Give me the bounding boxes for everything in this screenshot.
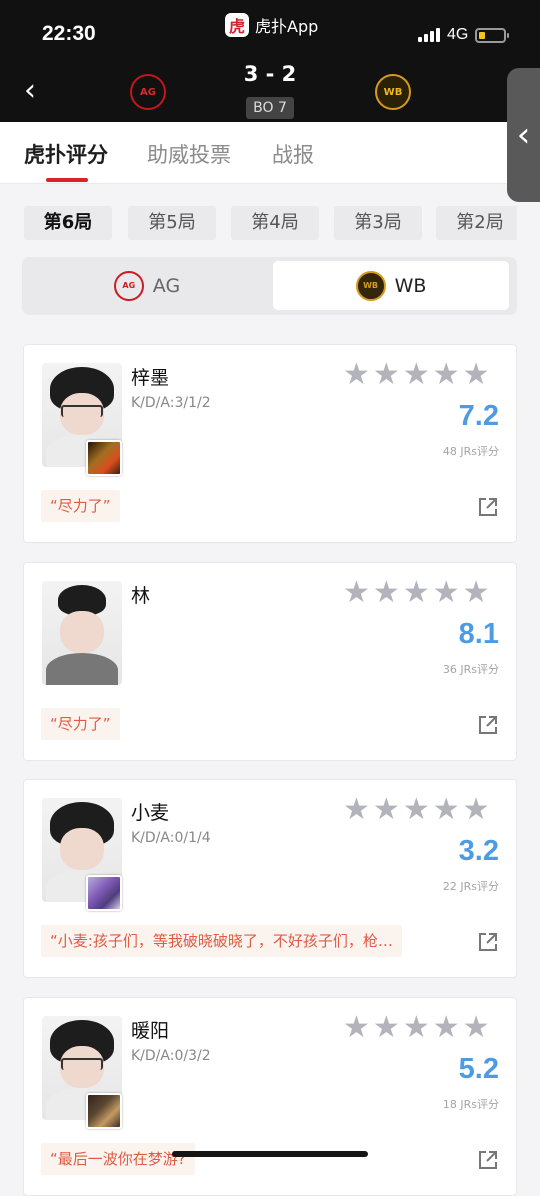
active-tab-indicator xyxy=(46,178,88,182)
player-card[interactable]: 小麦 K/D/A:0/1/4 ★ ★ ★ ★ ★ 3.2 22 JRs评分 “小麦:孩子… xyxy=(23,779,517,978)
tab-rating[interactable]: 虎扑评分 xyxy=(24,139,108,169)
player-score: 5.2 xyxy=(458,1053,499,1085)
player-score: 3.2 xyxy=(458,835,499,867)
home-indicator[interactable] xyxy=(172,1151,368,1157)
rater-count: 18 JRs评分 xyxy=(442,1098,499,1111)
rating-stars[interactable]: ★ ★ ★ ★ ★ xyxy=(343,578,490,608)
rater-count: 36 JRs评分 xyxy=(442,663,499,676)
match-format: BO 7 xyxy=(246,97,294,119)
team-label-wb: WB xyxy=(394,274,427,297)
share-icon[interactable] xyxy=(478,932,498,952)
battery-icon xyxy=(475,27,510,43)
top-comment[interactable]: “最后一波你在梦游? xyxy=(41,1143,195,1175)
player-avatar xyxy=(42,581,122,685)
team-label-ag: AG xyxy=(152,274,181,297)
player-card[interactable]: 林 ★ ★ ★ ★ ★ 8.1 36 JRs评分 “尽力了” xyxy=(23,562,517,761)
game-tab-4[interactable]: 第4局 xyxy=(231,206,319,240)
match-score: 3 - 2 xyxy=(243,62,297,86)
app-pill[interactable]: 虎 虎扑App xyxy=(225,13,318,37)
player-score: 7.2 xyxy=(458,400,499,432)
star-icon: ★ xyxy=(372,357,400,392)
team-switch: AG AG WB WB xyxy=(22,257,517,315)
player-card[interactable]: 暖阳 K/D/A:0/3/2 ★ ★ ★ ★ ★ 5.2 18 JRs评分 “最后一波你… xyxy=(23,997,517,1196)
player-name: 梓墨 xyxy=(131,367,170,389)
rater-count: 22 JRs评分 xyxy=(442,880,499,893)
top-comment[interactable]: “尽力了” xyxy=(41,708,120,740)
back-arrow-icon: ‹ xyxy=(24,73,36,108)
game-tab-5[interactable]: 第5局 xyxy=(128,206,216,240)
game-tab-6[interactable]: 第6局 xyxy=(24,206,112,240)
player-card[interactable]: 梓墨 K/D/A:3/1/2 ★ ★ ★ ★ ★ 7.2 48 JRs评分 “尽力了” xyxy=(23,344,517,543)
battery-level xyxy=(479,31,486,39)
tab-vote[interactable]: 助威投票 xyxy=(147,139,231,169)
top-comment[interactable]: “尽力了” xyxy=(41,490,120,522)
game-tab-2[interactable]: 第2局 xyxy=(436,206,517,240)
app-logo: 虎 xyxy=(225,13,249,37)
player-kda: K/D/A:0/1/4 xyxy=(131,830,211,846)
star-icon: ★ xyxy=(462,792,490,827)
player-name: 小麦 xyxy=(131,802,170,824)
player-score: 8.1 xyxy=(458,618,499,650)
rating-stars[interactable]: ★ ★ ★ ★ ★ xyxy=(343,795,490,825)
star-icon: ★ xyxy=(432,1010,460,1045)
star-icon: ★ xyxy=(432,792,460,827)
main-tabs: 虎扑评分 助威投票 战报 xyxy=(0,122,507,184)
top-comment[interactable]: “小麦:孩子们，等我破晓破晓了，不好孩子们，枪… xyxy=(41,925,402,957)
share-icon[interactable] xyxy=(478,497,498,517)
status-indicators: 4G xyxy=(418,26,510,44)
player-name: 暖阳 xyxy=(131,1020,170,1042)
star-icon: ★ xyxy=(343,1010,370,1045)
match-header: 22:30 虎 虎扑App 4G ‹ AG 3 - 2 BO 7 WB xyxy=(0,0,540,122)
star-icon: ★ xyxy=(462,357,490,392)
team-right-logo[interactable]: WB xyxy=(375,74,411,110)
star-icon: ★ xyxy=(372,575,400,610)
star-icon: ★ xyxy=(402,1010,430,1045)
ag-logo: AG xyxy=(113,270,144,301)
rater-count: 48 JRs评分 xyxy=(442,445,499,458)
star-icon: ★ xyxy=(402,575,430,610)
tab-report[interactable]: 战报 xyxy=(272,139,314,169)
star-icon: ★ xyxy=(343,792,370,827)
rating-stars[interactable]: ★ ★ ★ ★ ★ xyxy=(343,1013,490,1043)
star-icon: ★ xyxy=(372,792,400,827)
game-tab-3[interactable]: 第3局 xyxy=(334,206,422,240)
star-icon: ★ xyxy=(343,357,370,392)
share-icon[interactable] xyxy=(478,1150,498,1170)
star-icon: ★ xyxy=(462,575,490,610)
star-icon: ★ xyxy=(462,1010,490,1045)
status-time: 22:30 xyxy=(42,22,96,45)
side-handle-icon: ‹ xyxy=(516,115,531,155)
share-icon[interactable] xyxy=(478,715,498,735)
team-switch-wb[interactable]: WB WB xyxy=(273,261,509,310)
star-icon: ★ xyxy=(432,357,460,392)
player-kda: K/D/A:0/3/2 xyxy=(131,1048,211,1064)
network-type: 4G xyxy=(447,26,469,43)
player-kda: K/D/A:3/1/2 xyxy=(131,395,211,411)
signal-icon xyxy=(418,28,440,42)
team-left-logo[interactable]: AG xyxy=(130,74,166,110)
app-name: 虎扑App xyxy=(255,17,319,36)
player-name: 林 xyxy=(131,585,151,607)
star-icon: ★ xyxy=(402,357,430,392)
back-button[interactable]: ‹ xyxy=(24,76,46,106)
star-icon: ★ xyxy=(432,575,460,610)
team-switch-ag[interactable]: AG AG xyxy=(26,261,268,310)
game-selector: 第6局 第5局 第4局 第3局 第2局 xyxy=(24,206,517,240)
star-icon: ★ xyxy=(372,1010,400,1045)
wb-logo: WB xyxy=(355,270,386,301)
hero-icon xyxy=(86,1093,122,1129)
hero-icon xyxy=(86,440,122,476)
star-icon: ★ xyxy=(402,792,430,827)
side-handle[interactable]: ‹ xyxy=(507,68,540,202)
hero-icon xyxy=(86,875,122,911)
rating-stars[interactable]: ★ ★ ★ ★ ★ xyxy=(343,360,490,390)
star-icon: ★ xyxy=(343,575,370,610)
